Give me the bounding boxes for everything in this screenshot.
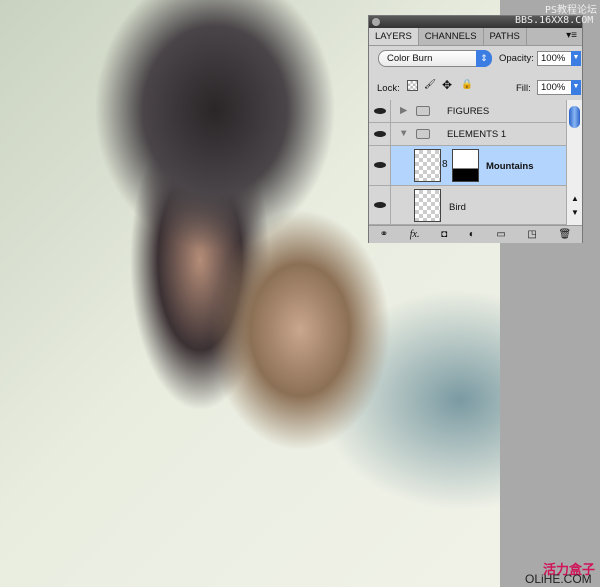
dropdown-arrow-icon[interactable]: ▼ [571, 51, 581, 66]
adjustment-layer-icon[interactable]: ◐ [469, 229, 475, 240]
layer-row-bird[interactable]: Bird [369, 186, 566, 225]
layer-thumbnail [414, 149, 441, 182]
tab-channels[interactable]: CHANNELS [419, 28, 484, 45]
layer-row-elements-1[interactable]: ▼ ELEMENTS 1 [369, 123, 566, 146]
new-layer-icon[interactable]: ◳ [527, 229, 536, 240]
watermark-bottom-url: OLiHE.COM [525, 572, 592, 586]
opacity-value: 100% [541, 53, 566, 64]
fill-label: Fill: [516, 83, 531, 94]
panel-menu-icon[interactable]: ▾≡ [561, 28, 582, 45]
layer-name: Mountains [486, 161, 534, 172]
lock-position-icon[interactable]: ✥ [442, 78, 452, 92]
link-layers-icon[interactable]: ⚭ [380, 229, 388, 240]
layers-scrollbar[interactable]: ▲ ▼ [566, 100, 582, 225]
layer-name: ELEMENTS 1 [447, 129, 507, 140]
opacity-label: Opacity: [499, 53, 534, 64]
scroll-up-icon[interactable]: ▲ [571, 194, 579, 203]
link-chain-icon[interactable]: 8 [442, 159, 448, 170]
visibility-eye-icon[interactable] [369, 100, 391, 122]
add-mask-icon[interactable]: ◘ [441, 229, 447, 240]
new-group-icon[interactable]: ▭ [496, 229, 505, 240]
blend-mode-select[interactable]: Color Burn ⇕ [378, 50, 492, 67]
layers-list: ▶ FIGURES ▼ ELEMENTS 1 8 Mountains Bird [369, 100, 566, 225]
scroll-down-icon[interactable]: ▼ [571, 208, 579, 217]
blend-mode-value: Color Burn [387, 53, 433, 64]
expand-triangle-icon[interactable]: ▶ [400, 105, 407, 116]
layer-name: FIGURES [447, 106, 490, 117]
updown-arrow-icon: ⇕ [476, 50, 492, 67]
fill-field[interactable]: 100% ▼ [537, 80, 581, 95]
lock-label: Lock: [377, 83, 400, 94]
folder-icon [416, 129, 430, 139]
tab-layers[interactable]: LAYERS [369, 28, 419, 45]
fx-icon[interactable]: fx. [410, 229, 420, 240]
layer-name: Bird [449, 202, 466, 213]
collapse-triangle-icon[interactable]: ▼ [399, 128, 408, 139]
scrollbar-thumb[interactable] [569, 106, 580, 128]
watermark-top-url: BBS.16XX8.COM [515, 15, 594, 26]
layer-row-figures[interactable]: ▶ FIGURES [369, 100, 566, 123]
visibility-eye-icon[interactable] [369, 123, 391, 145]
fill-value: 100% [541, 82, 566, 93]
lock-all-icon[interactable]: 🔒 [461, 79, 473, 90]
watermark-top: PS教程论坛 [545, 5, 598, 16]
layer-thumbnail [414, 189, 441, 222]
layer-row-mountains[interactable]: 8 Mountains [369, 146, 566, 186]
lock-paint-icon[interactable]: 🖌 [424, 79, 436, 90]
visibility-eye-icon[interactable] [369, 186, 391, 224]
visibility-eye-icon[interactable] [369, 146, 391, 185]
folder-icon [416, 106, 430, 116]
layers-panel: LAYERS CHANNELS PATHS ▾≡ Color Burn ⇕ Opa… [368, 15, 583, 243]
opacity-field[interactable]: 100% ▼ [537, 51, 581, 66]
lock-transparency-icon[interactable] [407, 80, 418, 91]
panel-toolbar: ⚭ fx. ◘ ◐ ▭ ◳ 🗑 [369, 225, 582, 243]
panel-tabs: LAYERS CHANNELS PATHS ▾≡ [369, 28, 582, 46]
tab-paths[interactable]: PATHS [484, 28, 527, 45]
trash-icon[interactable]: 🗑 [558, 229, 571, 240]
close-icon[interactable] [372, 18, 380, 26]
dropdown-arrow-icon[interactable]: ▼ [571, 80, 581, 95]
layer-mask-thumbnail[interactable] [452, 149, 479, 182]
